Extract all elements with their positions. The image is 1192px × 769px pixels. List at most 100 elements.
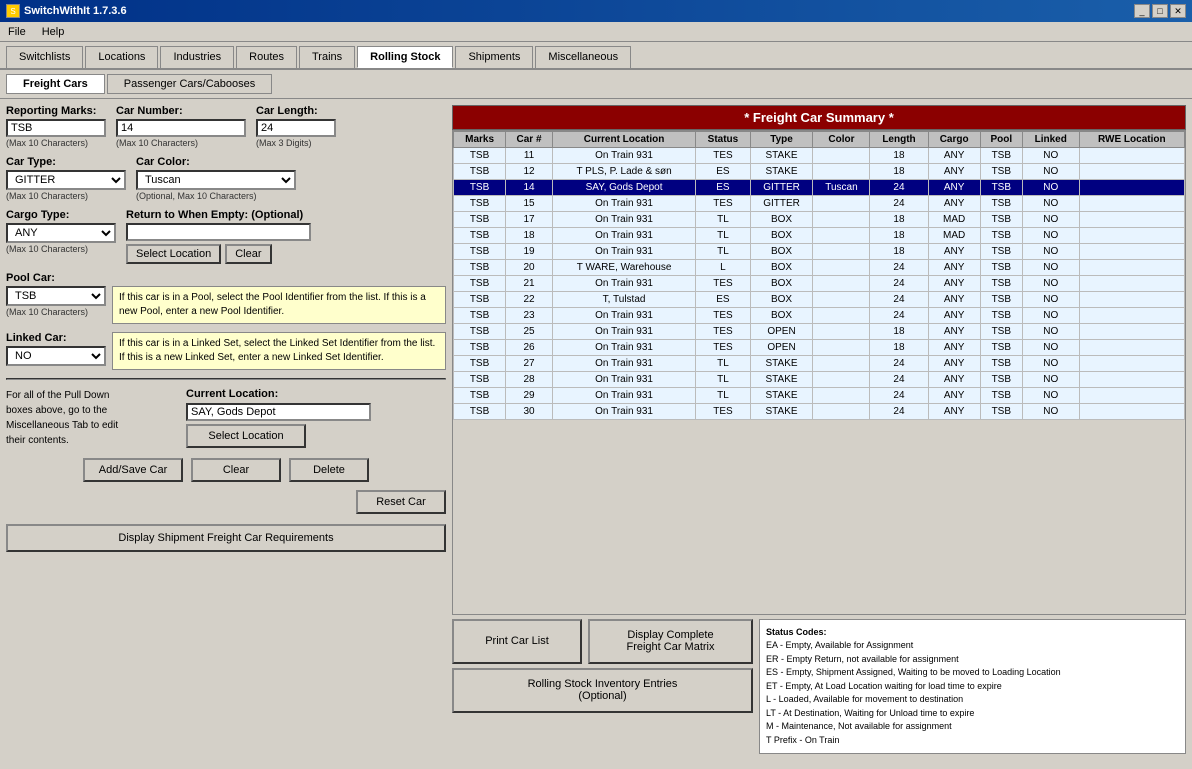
pool-group: Pool Car: TSB (Max 10 Characters) — [6, 272, 106, 317]
table-row[interactable]: TSB27On Train 931TLSTAKE24ANYTSBNO — [454, 356, 1185, 372]
car-type-label: Car Type: — [6, 156, 126, 168]
table-row[interactable]: TSB19On Train 931TLBOX18ANYTSBNO — [454, 244, 1185, 260]
pool-row: Pool Car: TSB (Max 10 Characters) If thi… — [6, 272, 446, 324]
shipment-row: Display Shipment Freight Car Requirement… — [6, 524, 446, 552]
table-row[interactable]: TSB28On Train 931TLSTAKE24ANYTSBNO — [454, 372, 1185, 388]
table-row[interactable]: TSB20T WARE, WarehouseLBOX24ANYTSBNO — [454, 260, 1185, 276]
freight-car-table-container[interactable]: Marks Car # Current Location Status Type… — [452, 130, 1186, 615]
status-code-item: T Prefix - On Train — [766, 734, 1179, 748]
subtab-passenger-cars[interactable]: Passenger Cars/Cabooses — [107, 74, 272, 94]
col-color: Color — [813, 132, 870, 148]
col-rwe: RWE Location — [1079, 132, 1184, 148]
car-number-group: Car Number: (Max 10 Characters) — [116, 105, 246, 148]
col-pool: Pool — [980, 132, 1022, 148]
location-note: For all of the Pull Downboxes above, go … — [6, 388, 176, 448]
table-row[interactable]: TSB30On Train 931TESSTAKE24ANYTSBNO — [454, 404, 1185, 420]
cargo-hint: (Max 10 Characters) — [6, 244, 116, 254]
car-length-group: Car Length: (Max 3 Digits) — [256, 105, 336, 148]
print-display-row: Print Car List Display Complete Freight … — [452, 619, 753, 664]
display-shipment-button[interactable]: Display Shipment Freight Car Requirement… — [6, 524, 446, 552]
linked-select[interactable]: NO — [6, 346, 106, 366]
status-code-item: LT - At Destination, Waiting for Unload … — [766, 707, 1179, 721]
col-cargo: Cargo — [928, 132, 980, 148]
close-button[interactable]: ✕ — [1170, 4, 1186, 18]
car-number-input[interactable] — [116, 119, 246, 137]
minimize-button[interactable]: _ — [1134, 4, 1150, 18]
car-type-select[interactable]: GITTER — [6, 170, 126, 190]
menu-file[interactable]: File — [4, 25, 30, 39]
clear-button[interactable]: Clear — [191, 458, 281, 482]
table-row[interactable]: TSB11On Train 931TESSTAKE18ANYTSBNO — [454, 148, 1185, 164]
tab-trains[interactable]: Trains — [299, 46, 355, 68]
main-content: Reporting Marks: (Max 10 Characters) Car… — [0, 99, 1192, 760]
status-codes-box: Status Codes: EA - Empty, Available for … — [759, 619, 1186, 755]
linked-label: Linked Car: — [6, 332, 106, 344]
sub-tab-bar: Freight Cars Passenger Cars/Cabooses — [0, 70, 1192, 99]
clear-return-button[interactable]: Clear — [225, 244, 271, 264]
add-save-button[interactable]: Add/Save Car — [83, 458, 183, 482]
table-row[interactable]: TSB14SAY, Gods DepotESGITTERTuscan24ANYT… — [454, 180, 1185, 196]
tab-miscellaneous[interactable]: Miscellaneous — [535, 46, 631, 68]
car-number-label: Car Number: — [116, 105, 246, 117]
bottom-row-1: Reset Car — [6, 490, 446, 514]
form-row-3: Cargo Type: ANY (Max 10 Characters) Retu… — [6, 209, 446, 264]
tab-industries[interactable]: Industries — [160, 46, 234, 68]
pool-tooltip: If this car is in a Pool, select the Poo… — [112, 286, 446, 324]
table-row[interactable]: TSB22T, TulstadESBOX24ANYTSBNO — [454, 292, 1185, 308]
linked-tooltip: If this car is in a Linked Set, select t… — [112, 332, 446, 370]
status-code-item: M - Maintenance, Not available for assig… — [766, 720, 1179, 734]
col-length: Length — [870, 132, 928, 148]
car-color-hint: (Optional, Max 10 Characters) — [136, 191, 296, 201]
rolling-stock-button[interactable]: Rolling Stock Inventory Entries (Optiona… — [452, 668, 753, 713]
tab-routes[interactable]: Routes — [236, 46, 297, 68]
menu-help[interactable]: Help — [38, 25, 69, 39]
car-color-group: Car Color: Tuscan (Optional, Max 10 Char… — [136, 156, 296, 201]
status-code-item: ES - Empty, Shipment Assigned, Waiting t… — [766, 666, 1179, 680]
col-type: Type — [750, 132, 813, 148]
maximize-button[interactable]: □ — [1152, 4, 1168, 18]
table-row[interactable]: TSB18On Train 931TLBOX18MADTSBNO — [454, 228, 1185, 244]
pool-select[interactable]: TSB — [6, 286, 106, 306]
display-complete-button[interactable]: Display Complete Freight Car Matrix — [588, 619, 753, 664]
tab-switchlists[interactable]: Switchlists — [6, 46, 83, 68]
delete-button[interactable]: Delete — [289, 458, 369, 482]
table-row[interactable]: TSB25On Train 931TESOPEN18ANYTSBNO — [454, 324, 1185, 340]
current-location-input[interactable] — [186, 403, 371, 421]
table-row[interactable]: TSB12T PLS, P. Lade & sønESSTAKE18ANYTSB… — [454, 164, 1185, 180]
car-length-hint: (Max 3 Digits) — [256, 138, 336, 148]
window-controls: _ □ ✕ — [1134, 4, 1186, 18]
table-row[interactable]: TSB26On Train 931TESOPEN18ANYTSBNO — [454, 340, 1185, 356]
table-row[interactable]: TSB21On Train 931TESBOX24ANYTSBNO — [454, 276, 1185, 292]
action-buttons-row: Add/Save Car Clear Delete — [6, 458, 446, 482]
return-label: Return to When Empty: (Optional) — [126, 209, 311, 221]
left-panel: Reporting Marks: (Max 10 Characters) Car… — [6, 105, 446, 754]
table-row[interactable]: TSB23On Train 931TESBOX24ANYTSBNO — [454, 308, 1185, 324]
col-marks: Marks — [454, 132, 506, 148]
col-location: Current Location — [552, 132, 695, 148]
reporting-marks-hint: (Max 10 Characters) — [6, 138, 106, 148]
reset-car-button[interactable]: Reset Car — [356, 490, 446, 514]
car-length-input[interactable] — [256, 119, 336, 137]
subtab-freight-cars[interactable]: Freight Cars — [6, 74, 105, 94]
return-input[interactable] — [126, 223, 311, 241]
status-codes-title: Status Codes: — [766, 626, 1179, 640]
col-linked: Linked — [1022, 132, 1079, 148]
status-code-item: L - Loaded, Available for movement to de… — [766, 693, 1179, 707]
table-row[interactable]: TSB29On Train 931TLSTAKE24ANYTSBNO — [454, 388, 1185, 404]
location-section: For all of the Pull Downboxes above, go … — [6, 388, 446, 448]
table-row[interactable]: TSB17On Train 931TLBOX18MADTSBNO — [454, 212, 1185, 228]
select-location-1-button[interactable]: Select Location — [126, 244, 221, 264]
return-group: Return to When Empty: (Optional) Select … — [126, 209, 311, 264]
reporting-marks-input[interactable] — [6, 119, 106, 137]
tab-locations[interactable]: Locations — [85, 46, 158, 68]
tab-rolling-stock[interactable]: Rolling Stock — [357, 46, 453, 68]
car-color-select[interactable]: Tuscan — [136, 170, 296, 190]
table-row[interactable]: TSB15On Train 931TESGITTER24ANYTSBNO — [454, 196, 1185, 212]
car-type-hint: (Max 10 Characters) — [6, 191, 126, 201]
current-location-label: Current Location: — [186, 388, 371, 400]
summary-header: * Freight Car Summary * — [452, 105, 1186, 130]
select-location-2-button[interactable]: Select Location — [186, 424, 306, 448]
cargo-select[interactable]: ANY — [6, 223, 116, 243]
print-car-list-button[interactable]: Print Car List — [452, 619, 582, 664]
tab-shipments[interactable]: Shipments — [455, 46, 533, 68]
